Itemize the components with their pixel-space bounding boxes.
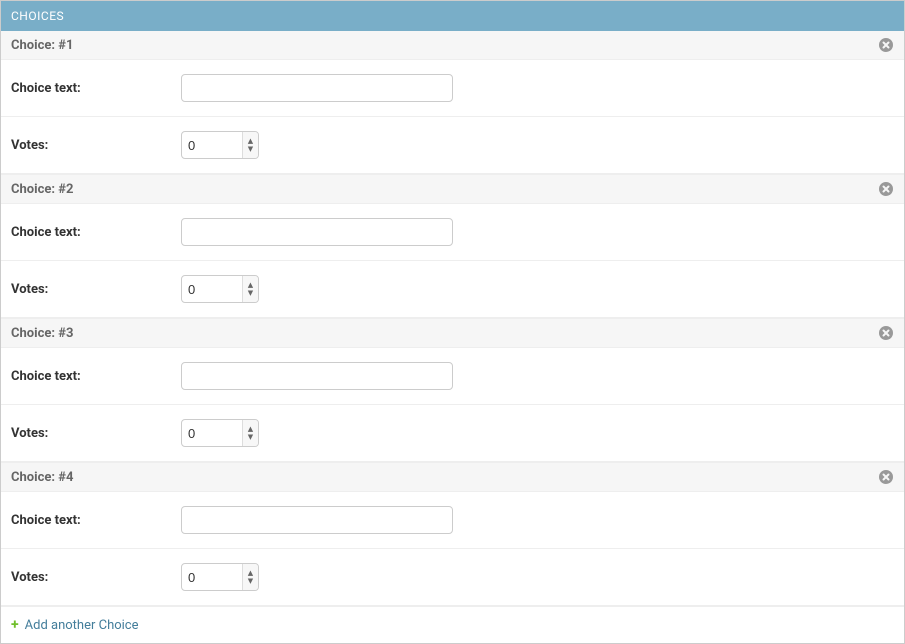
add-another-label: Add another Choice: [25, 618, 139, 633]
add-another-choice-link[interactable]: + Add another Choice: [11, 618, 139, 633]
votes-spinner[interactable]: ▲ ▼: [242, 564, 258, 590]
choices-inline-module: CHOICES Choice: #1 Choice text: Votes: ▲…: [0, 0, 905, 644]
votes-label: Votes:: [11, 570, 181, 585]
choice-header: Choice: #1: [1, 31, 904, 60]
votes-row: Votes: ▲ ▼: [1, 549, 904, 606]
choice-text-input[interactable]: [181, 74, 453, 102]
delete-icon[interactable]: [878, 325, 894, 341]
delete-icon[interactable]: [878, 469, 894, 485]
spinner-down-icon: ▼: [248, 433, 253, 441]
spinner-down-icon: ▼: [248, 577, 253, 585]
votes-label: Votes:: [11, 426, 181, 441]
choice-text-input[interactable]: [181, 362, 453, 390]
votes-label: Votes:: [11, 138, 181, 153]
choice-text-row: Choice text:: [1, 492, 904, 549]
add-row: + Add another Choice: [1, 606, 904, 643]
choice-text-input[interactable]: [181, 506, 453, 534]
choice-header: Choice: #2: [1, 174, 904, 204]
votes-spinner[interactable]: ▲ ▼: [242, 420, 258, 446]
choice-text-row: Choice text:: [1, 204, 904, 261]
choice-text-label: Choice text:: [11, 369, 181, 384]
delete-icon[interactable]: [878, 181, 894, 197]
votes-input-wrap: ▲ ▼: [181, 563, 259, 591]
votes-input-wrap: ▲ ▼: [181, 275, 259, 303]
choice-title: Choice: #4: [11, 470, 73, 485]
spinner-up-icon: ▲: [248, 137, 253, 145]
choice-text-label: Choice text:: [11, 513, 181, 528]
choice-text-row: Choice text:: [1, 60, 904, 117]
spinner-down-icon: ▼: [248, 145, 253, 153]
plus-icon: +: [11, 618, 19, 632]
choice-title: Choice: #2: [11, 182, 73, 197]
votes-spinner[interactable]: ▲ ▼: [242, 132, 258, 158]
choice-header: Choice: #4: [1, 462, 904, 492]
choice-text-label: Choice text:: [11, 225, 181, 240]
choice-text-row: Choice text:: [1, 348, 904, 405]
votes-spinner[interactable]: ▲ ▼: [242, 276, 258, 302]
choice-title: Choice: #3: [11, 326, 73, 341]
votes-row: Votes: ▲ ▼: [1, 117, 904, 174]
module-header: CHOICES: [1, 1, 904, 31]
spinner-up-icon: ▲: [248, 281, 253, 289]
spinner-down-icon: ▼: [248, 289, 253, 297]
choice-text-label: Choice text:: [11, 81, 181, 96]
choice-text-input[interactable]: [181, 218, 453, 246]
votes-input-wrap: ▲ ▼: [181, 419, 259, 447]
votes-row: Votes: ▲ ▼: [1, 405, 904, 462]
votes-input-wrap: ▲ ▼: [181, 131, 259, 159]
choice-title: Choice: #1: [11, 38, 73, 53]
spinner-up-icon: ▲: [248, 569, 253, 577]
votes-row: Votes: ▲ ▼: [1, 261, 904, 318]
votes-label: Votes:: [11, 282, 181, 297]
choice-header: Choice: #3: [1, 318, 904, 348]
delete-icon[interactable]: [878, 37, 894, 53]
spinner-up-icon: ▲: [248, 425, 253, 433]
